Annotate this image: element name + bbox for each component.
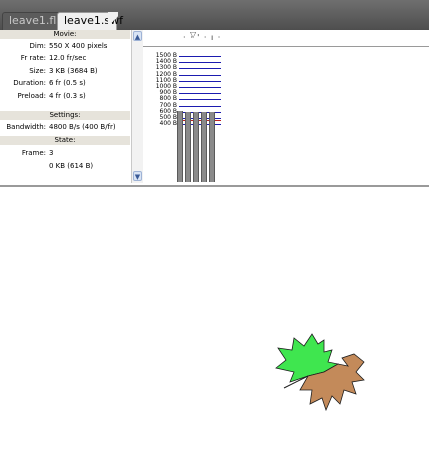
frame-bar[interactable] [193, 111, 199, 182]
frame-rate-row: Fr rate: 12.0 fr/sec [0, 53, 130, 63]
bandwidth-profiler-panel: Movie: Dim: 550 X 400 pixels Fr rate: 12… [0, 30, 429, 187]
frame-rate-value: 12.0 fr/sec [49, 54, 87, 62]
gridline [179, 105, 221, 107]
gridline [179, 74, 221, 76]
timeline-ticks: · · ' · ı · [183, 33, 222, 42]
preload-label: Preload: [17, 92, 46, 100]
size-label: Size: [29, 67, 46, 75]
movie-section-header: Movie: [0, 30, 130, 39]
dim-label: Dim: [29, 42, 46, 50]
movie-stage [0, 187, 429, 468]
frame-size-row: 0 KB (614 B) [0, 161, 130, 171]
settings-section-header: Settings: [0, 111, 130, 120]
size-value: 3 KB (3684 B) [49, 67, 98, 75]
gridline [179, 93, 221, 95]
info-scrollbar[interactable]: ▲ ▼ [131, 30, 143, 183]
bandwidth-row: Bandwidth: 4800 B/s (400 B/fr) [0, 122, 130, 132]
frame-size-value: 0 KB (614 B) [49, 162, 94, 170]
document-tab-bar: leave1.fla* leave1.swf [0, 0, 429, 30]
scroll-down-arrow-icon[interactable]: ▼ [133, 171, 142, 181]
frame-bar[interactable] [177, 110, 183, 182]
state-section-header: State: [0, 136, 130, 145]
frame-bar[interactable] [185, 111, 191, 182]
bandwidth-graph: ▽ · · ' · ı · 1500 B 1400 B 1300 B 1200 B 11… [143, 30, 429, 183]
bandwidth-value: 4800 B/s (400 B/fr) [49, 123, 116, 131]
size-row: Size: 3 KB (3684 B) [0, 66, 130, 76]
profiler-info-pane: Movie: Dim: 550 X 400 pixels Fr rate: 12… [0, 30, 132, 183]
frame-value: 3 [49, 149, 54, 157]
gridline [179, 80, 221, 82]
gridline [179, 68, 221, 70]
dim-value: 550 X 400 pixels [49, 42, 108, 50]
preload-value: 4 fr (0.3 s) [49, 92, 86, 100]
gridline [179, 56, 221, 57]
gridline [179, 87, 221, 88]
bandwidth-label: Bandwidth: [6, 123, 46, 131]
duration-value: 6 fr (0.5 s) [49, 79, 86, 87]
tab-leave1-fla[interactable]: leave1.fla* [2, 12, 69, 30]
duration-label: Duration: [13, 79, 46, 87]
tab-corner-decoration [108, 12, 118, 30]
dim-row: Dim: 550 X 400 pixels [0, 41, 130, 51]
y-tick-label: 400 B [159, 120, 177, 128]
gridline [179, 62, 221, 64]
duration-row: Duration: 6 fr (0.5 s) [0, 78, 130, 88]
frame-bar[interactable] [201, 111, 207, 182]
frame-rate-label: Fr rate: [20, 54, 46, 62]
frame-bar[interactable] [209, 111, 215, 182]
preload-row: Preload: 4 fr (0.3 s) [0, 91, 130, 101]
frame-label: Frame: [21, 149, 46, 157]
gridline [179, 99, 221, 101]
oak-leaf-graphic [275, 333, 365, 411]
frame-row: Frame: 3 [0, 148, 130, 158]
scroll-up-arrow-icon[interactable]: ▲ [133, 31, 142, 41]
frame-timeline[interactable]: ▽ · · ' · ı · [143, 30, 429, 47]
